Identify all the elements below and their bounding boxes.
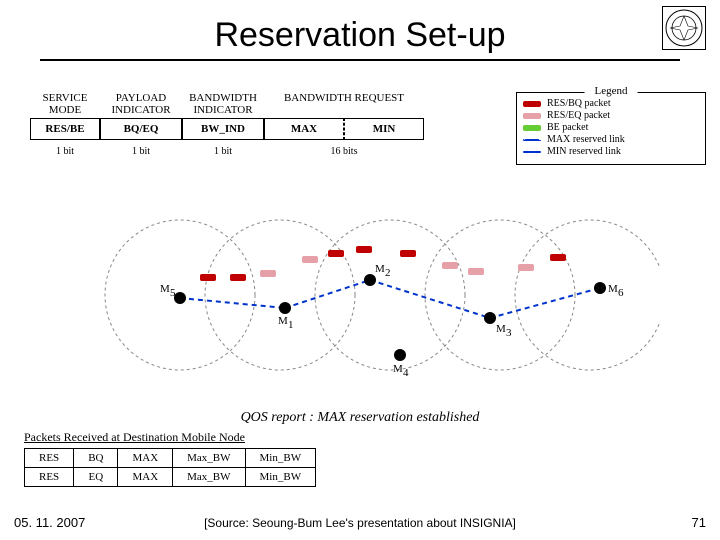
legend-swatch bbox=[523, 113, 541, 119]
packet-cell: MAX bbox=[264, 118, 344, 140]
legend-item: MAX reserved link bbox=[523, 134, 699, 145]
packet-bits: 1 bit bbox=[182, 146, 264, 157]
table-cell: MAX bbox=[118, 468, 173, 487]
legend-item: RES/BQ packet bbox=[523, 98, 699, 109]
legend-label: BE packet bbox=[547, 122, 588, 133]
table-cell: Min_BW bbox=[245, 449, 316, 468]
packet-header: BANDWIDTH REQUEST bbox=[264, 92, 424, 116]
table-row: RES BQ MAX Max_BW Min_BW bbox=[25, 449, 316, 468]
page-number: 71 bbox=[692, 515, 706, 530]
legend-item: BE packet bbox=[523, 122, 699, 133]
svg-text:1: 1 bbox=[288, 319, 294, 331]
packet-bits: 1 bit bbox=[30, 146, 100, 157]
svg-text:M: M bbox=[393, 363, 403, 375]
legend-swatch bbox=[523, 151, 541, 153]
packet-header: SERVICE MODE bbox=[30, 92, 100, 116]
table-cell: Max_BW bbox=[173, 468, 245, 487]
table-cell: Max_BW bbox=[173, 449, 245, 468]
packet-header: PAYLOAD INDICATOR bbox=[100, 92, 182, 116]
institution-logo bbox=[662, 6, 706, 50]
legend-box: Legend RES/BQ packet RES/EQ packet BE pa… bbox=[516, 92, 706, 165]
svg-text:6: 6 bbox=[618, 287, 624, 299]
legend-label: MIN reserved link bbox=[547, 146, 621, 157]
legend-label: RES/BQ packet bbox=[547, 98, 611, 109]
qos-report-text: QOS report : MAX reservation established bbox=[0, 410, 720, 426]
packet-cell: BQ/EQ bbox=[100, 118, 182, 140]
svg-text:M: M bbox=[278, 315, 288, 327]
table-cell: RES bbox=[25, 449, 74, 468]
packet-bits: 16 bits bbox=[264, 146, 424, 157]
legend-label: MAX reserved link bbox=[547, 134, 625, 145]
packet-value-row: RES/BE BQ/EQ BW_IND MAX MIN bbox=[30, 118, 424, 140]
svg-text:5: 5 bbox=[170, 287, 176, 299]
packet-header: BANDWIDTH INDICATOR bbox=[182, 92, 264, 116]
legend-item: RES/EQ packet bbox=[523, 110, 699, 121]
legend-swatch bbox=[523, 101, 541, 107]
svg-text:3: 3 bbox=[506, 327, 512, 339]
packet-structure: SERVICE MODE PAYLOAD INDICATOR BANDWIDTH… bbox=[30, 92, 424, 157]
packet-bits: 1 bit bbox=[100, 146, 182, 157]
svg-text:M: M bbox=[375, 263, 385, 275]
svg-text:M: M bbox=[496, 323, 506, 335]
packet-bit-row: 1 bit 1 bit 1 bit 16 bits bbox=[30, 146, 424, 157]
packet-cell: MIN bbox=[344, 118, 424, 140]
received-table-title: Packets Received at Destination Mobile N… bbox=[24, 430, 245, 445]
table-cell: BQ bbox=[74, 449, 118, 468]
received-table: RES BQ MAX Max_BW Min_BW RES EQ MAX Max_… bbox=[24, 448, 316, 487]
svg-text:M: M bbox=[608, 283, 618, 295]
svg-text:2: 2 bbox=[385, 267, 391, 279]
packet-cell: BW_IND bbox=[182, 118, 264, 140]
table-cell: Min_BW bbox=[245, 468, 316, 487]
legend-item: MIN reserved link bbox=[523, 146, 699, 157]
packet-header-row: SERVICE MODE PAYLOAD INDICATOR BANDWIDTH… bbox=[30, 92, 424, 116]
packet-cell: RES/BE bbox=[30, 118, 100, 140]
svg-text:4: 4 bbox=[403, 367, 409, 379]
table-cell: MAX bbox=[118, 449, 173, 468]
legend-title: Legend bbox=[585, 85, 638, 97]
table-cell: RES bbox=[25, 468, 74, 487]
footer-source: [Source: Seoung-Bum Lee's presentation a… bbox=[0, 516, 720, 530]
legend-swatch bbox=[523, 139, 541, 141]
legend-label: RES/EQ packet bbox=[547, 110, 610, 121]
legend-swatch bbox=[523, 125, 541, 131]
node-label: M bbox=[160, 283, 170, 295]
network-diagram: M 5 M 1 M 2 M 3 M 6 M 4 bbox=[60, 210, 660, 400]
table-cell: EQ bbox=[74, 468, 118, 487]
table-row: RES EQ MAX Max_BW Min_BW bbox=[25, 468, 316, 487]
slide-title: Reservation Set-up bbox=[40, 0, 680, 61]
